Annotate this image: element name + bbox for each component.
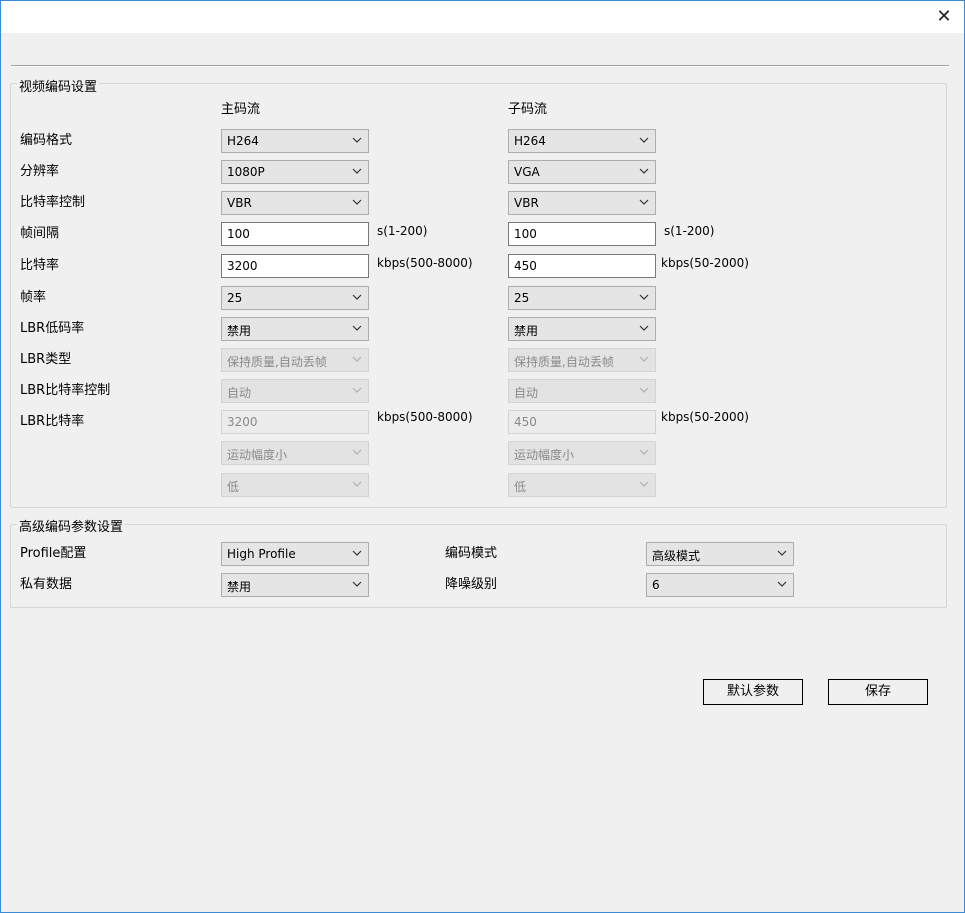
- close-icon[interactable]: ✕: [932, 5, 956, 29]
- header-divider: [11, 65, 949, 67]
- main-framerate-select[interactable]: 25: [221, 286, 369, 310]
- chevron-down-icon: [777, 581, 787, 587]
- chevron-down-icon: [639, 294, 649, 300]
- sub-lbr-type-select: 保持质量,自动丢帧: [508, 348, 656, 372]
- main-frame-interval-unit: s(1-200): [377, 224, 428, 238]
- chevron-down-icon: [639, 387, 649, 393]
- label-framerate: 帧率: [20, 290, 47, 305]
- chevron-down-icon: [352, 325, 362, 331]
- chevron-down-icon: [352, 550, 362, 556]
- chevron-down-icon: [352, 137, 362, 143]
- chevron-down-icon: [639, 199, 649, 205]
- label-lbr-type: LBR类型: [20, 352, 72, 367]
- chevron-down-icon: [352, 356, 362, 362]
- chevron-down-icon: [639, 356, 649, 362]
- sub-bitrate-unit: kbps(50-2000): [661, 256, 749, 270]
- sub-lbr-low-select[interactable]: 禁用: [508, 317, 656, 341]
- label-lbr-low: LBR低码率: [20, 321, 85, 336]
- chevron-down-icon: [777, 550, 787, 556]
- main-lbr-bitrate-control-select: 自动: [221, 379, 369, 403]
- sub-lbr-bitrate-input: 450: [508, 410, 656, 434]
- noise-level-select[interactable]: 6: [646, 573, 794, 597]
- main-lbr-bitrate-input: 3200: [221, 410, 369, 434]
- chevron-down-icon: [352, 581, 362, 587]
- main-bitrate-unit: kbps(500-8000): [377, 256, 473, 270]
- label-resolution: 分辨率: [20, 164, 60, 179]
- label-frame-interval: 帧间隔: [20, 226, 60, 241]
- label-lbr-bitrate-control: LBR比特率控制: [20, 383, 111, 398]
- advanced-encode-group: [10, 524, 947, 608]
- label-encode-format: 编码格式: [20, 133, 73, 148]
- label-encode-mode: 编码模式: [445, 546, 498, 561]
- sub-motion-select: 运动幅度小: [508, 441, 656, 465]
- label-bitrate-control: 比特率控制: [20, 195, 86, 210]
- label-noise-level: 降噪级别: [445, 577, 498, 592]
- chevron-down-icon: [352, 294, 362, 300]
- chevron-down-icon: [352, 387, 362, 393]
- label-lbr-bitrate: LBR比特率: [20, 414, 85, 429]
- label-profile: Profile配置: [20, 546, 87, 561]
- main-motion-select: 运动幅度小: [221, 441, 369, 465]
- main-bitrate-input[interactable]: 3200: [221, 254, 369, 278]
- sub-frame-interval-unit: s(1-200): [664, 224, 715, 238]
- sub-frame-interval-input[interactable]: 100: [508, 222, 656, 246]
- sub-bitrate-control-select[interactable]: VBR: [508, 191, 656, 215]
- sub-bitrate-input[interactable]: 450: [508, 254, 656, 278]
- chevron-down-icon: [352, 168, 362, 174]
- label-bitrate: 比特率: [20, 258, 60, 273]
- video-encode-group-title: 视频编码设置: [17, 76, 100, 95]
- main-frame-interval-input[interactable]: 100: [221, 222, 369, 246]
- video-encode-group: [10, 83, 947, 508]
- sub-stream-header: 子码流: [508, 102, 548, 117]
- chevron-down-icon: [639, 168, 649, 174]
- private-data-select[interactable]: 禁用: [221, 573, 369, 597]
- main-encode-format-select[interactable]: H264: [221, 129, 369, 153]
- encode-mode-select[interactable]: 高级模式: [646, 542, 794, 566]
- chevron-down-icon: [352, 481, 362, 487]
- chevron-down-icon: [639, 449, 649, 455]
- chevron-down-icon: [352, 199, 362, 205]
- default-params-button[interactable]: 默认参数: [703, 679, 803, 705]
- chevron-down-icon: [639, 481, 649, 487]
- sub-encode-format-select[interactable]: H264: [508, 129, 656, 153]
- main-lbr-low-select[interactable]: 禁用: [221, 317, 369, 341]
- encode-settings-window: ✕ 视频编码设置 主码流 子码流 编码格式 分辨率 比特率控制 帧间隔 比特率 …: [0, 0, 965, 913]
- sub-lbr-bitrate-control-select: 自动: [508, 379, 656, 403]
- label-private-data: 私有数据: [20, 577, 73, 592]
- profile-select[interactable]: High Profile: [221, 542, 369, 566]
- main-lbr-type-select: 保持质量,自动丢帧: [221, 348, 369, 372]
- sub-lbr-bitrate-unit: kbps(50-2000): [661, 410, 749, 424]
- main-lbr-bitrate-unit: kbps(500-8000): [377, 410, 473, 424]
- sub-level-select: 低: [508, 473, 656, 497]
- main-resolution-select[interactable]: 1080P: [221, 160, 369, 184]
- chevron-down-icon: [639, 137, 649, 143]
- sub-resolution-select[interactable]: VGA: [508, 160, 656, 184]
- chevron-down-icon: [352, 449, 362, 455]
- chevron-down-icon: [639, 325, 649, 331]
- main-stream-header: 主码流: [221, 102, 261, 117]
- save-button[interactable]: 保存: [828, 679, 928, 705]
- advanced-encode-group-title: 高级编码参数设置: [17, 516, 126, 535]
- sub-framerate-select[interactable]: 25: [508, 286, 656, 310]
- main-level-select: 低: [221, 473, 369, 497]
- main-bitrate-control-select[interactable]: VBR: [221, 191, 369, 215]
- title-bar: ✕: [1, 1, 964, 33]
